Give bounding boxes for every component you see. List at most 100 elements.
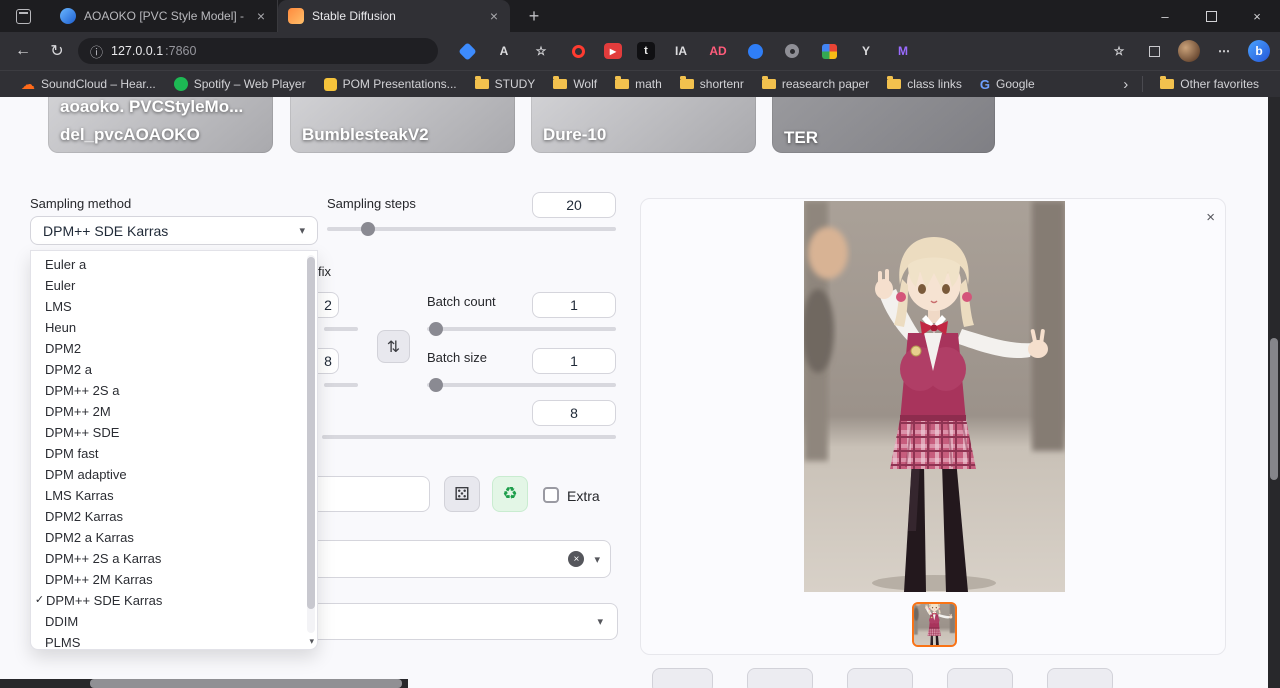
- sampler-option-dpmpp-sde-karras[interactable]: ✓ DPM++ SDE Karras: [31, 590, 317, 611]
- width-input-partial[interactable]: 2: [318, 292, 339, 318]
- gallery-action-button-5[interactable]: [1047, 668, 1113, 688]
- close-window-button[interactable]: ×: [1234, 0, 1280, 32]
- model-card-ter[interactable]: TER: [772, 97, 995, 153]
- video-extension-icon[interactable]: ▶: [604, 43, 622, 59]
- adguard-extension-icon[interactable]: AD: [707, 40, 729, 62]
- horizontal-scrollbar[interactable]: [0, 679, 408, 688]
- menu-scrollbar[interactable]: [307, 255, 315, 633]
- m-extension-icon[interactable]: M: [892, 40, 914, 62]
- swap-dimensions-button[interactable]: ⇅: [377, 330, 410, 363]
- batch-size-input[interactable]: 1: [532, 348, 616, 374]
- sampler-option-plms[interactable]: PLMS: [31, 632, 317, 653]
- batch-count-slider[interactable]: [427, 327, 616, 331]
- ia-extension-icon[interactable]: IA: [670, 40, 692, 62]
- sampler-option-dpm2-a-karras[interactable]: DPM2 a Karras: [31, 527, 317, 548]
- browser-tab-stable-diffusion[interactable]: Stable Diffusion ×: [278, 0, 510, 32]
- minimize-button[interactable]: –: [1142, 0, 1188, 32]
- bookmarks-overflow-chevron[interactable]: ›: [1117, 76, 1134, 93]
- maximize-button[interactable]: [1188, 0, 1234, 32]
- script-dropdown-partial[interactable]: ▾: [318, 603, 618, 640]
- menu-scrollbar-thumb[interactable]: [307, 257, 315, 609]
- settings-more-icon[interactable]: ⋯: [1213, 40, 1235, 62]
- favorites-hub-icon[interactable]: ☆: [1108, 40, 1130, 62]
- batch-count-input[interactable]: 1: [532, 292, 616, 318]
- sampling-steps-input[interactable]: 20: [532, 192, 616, 218]
- y-extension-icon[interactable]: Y: [855, 40, 877, 62]
- add-favorite-icon[interactable]: ☆: [530, 40, 552, 62]
- cfg-scale-input[interactable]: 8: [532, 400, 616, 426]
- copilot-icon[interactable]: b: [1248, 40, 1270, 62]
- other-favorites-button[interactable]: Other favorites: [1151, 73, 1268, 95]
- generated-image[interactable]: [804, 201, 1065, 592]
- address-bar[interactable]: ⓘ 127.0.0.1:7860: [78, 38, 438, 64]
- refresh-button[interactable]: ↻: [44, 41, 70, 61]
- location-extension-icon[interactable]: [781, 40, 803, 62]
- sampler-option-dpmpp-2m-karras[interactable]: DPM++ 2M Karras: [31, 569, 317, 590]
- extra-seed-checkbox[interactable]: [543, 487, 559, 503]
- slider-handle[interactable]: [361, 222, 375, 236]
- sampler-option-dpmpp-sde[interactable]: DPM++ SDE: [31, 422, 317, 443]
- new-tab-button[interactable]: +: [522, 6, 546, 27]
- sampler-option-euler[interactable]: Euler: [31, 275, 317, 296]
- site-info-icon[interactable]: ⓘ: [90, 42, 103, 61]
- sampler-option-dpmpp-2s-a[interactable]: DPM++ 2S a: [31, 380, 317, 401]
- styles-dropdown-partial[interactable]: × ▾: [318, 540, 611, 578]
- horizontal-scrollbar-thumb[interactable]: [90, 679, 402, 688]
- t-extension-icon[interactable]: t: [637, 42, 655, 60]
- menu-scroll-down-icon[interactable]: ▾: [309, 636, 314, 647]
- sampler-option-dpm2-a[interactable]: DPM2 a: [31, 359, 317, 380]
- random-seed-button[interactable]: ⚄: [444, 476, 480, 512]
- sampler-option-euler-a[interactable]: Euler a: [31, 254, 317, 275]
- gallery-action-button-2[interactable]: [747, 668, 813, 688]
- sampler-option-lms[interactable]: LMS: [31, 296, 317, 317]
- bookmark-folder-wolf[interactable]: Wolf: [544, 73, 606, 95]
- read-aloud-icon[interactable]: A: [493, 40, 515, 62]
- gallery-thumbnail-selected[interactable]: [912, 602, 957, 647]
- width-slider-partial[interactable]: [324, 327, 358, 331]
- height-slider-partial[interactable]: [324, 383, 358, 387]
- puzzle-extension-icon[interactable]: [818, 40, 840, 62]
- collections-icon[interactable]: [1143, 40, 1165, 62]
- close-gallery-icon[interactable]: ×: [1206, 209, 1215, 226]
- gallery-action-button-1[interactable]: [652, 668, 713, 688]
- clear-styles-icon[interactable]: ×: [568, 551, 584, 567]
- ring-extension-icon[interactable]: [567, 40, 589, 62]
- sampler-option-dpm-fast[interactable]: DPM fast: [31, 443, 317, 464]
- sampler-option-heun[interactable]: Heun: [31, 317, 317, 338]
- bookmark-spotify[interactable]: Spotify – Web Player: [165, 73, 315, 95]
- model-card-del-pvcaoaoko[interactable]: aoaoko. PVCStyleMo... del_pvcAOAOKO: [48, 97, 273, 153]
- profile-avatar[interactable]: [1178, 40, 1200, 62]
- blue-extension-icon[interactable]: [744, 40, 766, 62]
- gallery-action-button-3[interactable]: [847, 668, 913, 688]
- model-card-bumblesteakv2[interactable]: BumblesteakV2: [290, 97, 515, 153]
- tab-actions-button[interactable]: [8, 0, 38, 32]
- sampling-method-dropdown[interactable]: DPM++ SDE Karras ▾: [30, 216, 318, 245]
- vertical-scrollbar[interactable]: [1268, 97, 1280, 688]
- tab-close-icon[interactable]: ×: [488, 8, 500, 24]
- sampling-steps-slider[interactable]: [327, 227, 616, 231]
- bookmark-folder-math[interactable]: math: [606, 73, 671, 95]
- bookmark-folder-study[interactable]: STUDY: [466, 73, 545, 95]
- bookmark-soundcloud[interactable]: ☁SoundCloud – Hear...: [12, 73, 165, 95]
- slider-handle[interactable]: [429, 378, 443, 392]
- browser-tab-civitai[interactable]: AOAOKO [PVC Style Model] - PV... ×: [50, 0, 278, 32]
- bookmark-google[interactable]: GGoogle: [971, 73, 1044, 95]
- gallery-action-button-4[interactable]: [947, 668, 1013, 688]
- tag-extension-icon[interactable]: [456, 40, 478, 62]
- bookmark-folder-reasearch-paper[interactable]: reasearch paper: [753, 73, 878, 95]
- model-card-dure-10[interactable]: Dure-10: [531, 97, 756, 153]
- cfg-scale-slider[interactable]: [322, 435, 616, 439]
- back-button[interactable]: ←: [10, 42, 36, 60]
- sampler-option-dpm2[interactable]: DPM2: [31, 338, 317, 359]
- vertical-scrollbar-thumb[interactable]: [1270, 338, 1278, 480]
- sampler-option-lms-karras[interactable]: LMS Karras: [31, 485, 317, 506]
- height-input-partial[interactable]: 8: [318, 348, 339, 374]
- sampler-option-dpmpp-2s-a-karras[interactable]: DPM++ 2S a Karras: [31, 548, 317, 569]
- sampler-option-dpmpp-2m[interactable]: DPM++ 2M: [31, 401, 317, 422]
- slider-handle[interactable]: [429, 322, 443, 336]
- bookmark-folder-class-links[interactable]: class links: [878, 73, 971, 95]
- sampler-option-dpm2-karras[interactable]: DPM2 Karras: [31, 506, 317, 527]
- bookmark-pom[interactable]: POM Presentations...: [315, 73, 466, 95]
- batch-size-slider[interactable]: [427, 383, 616, 387]
- tab-close-icon[interactable]: ×: [255, 8, 267, 24]
